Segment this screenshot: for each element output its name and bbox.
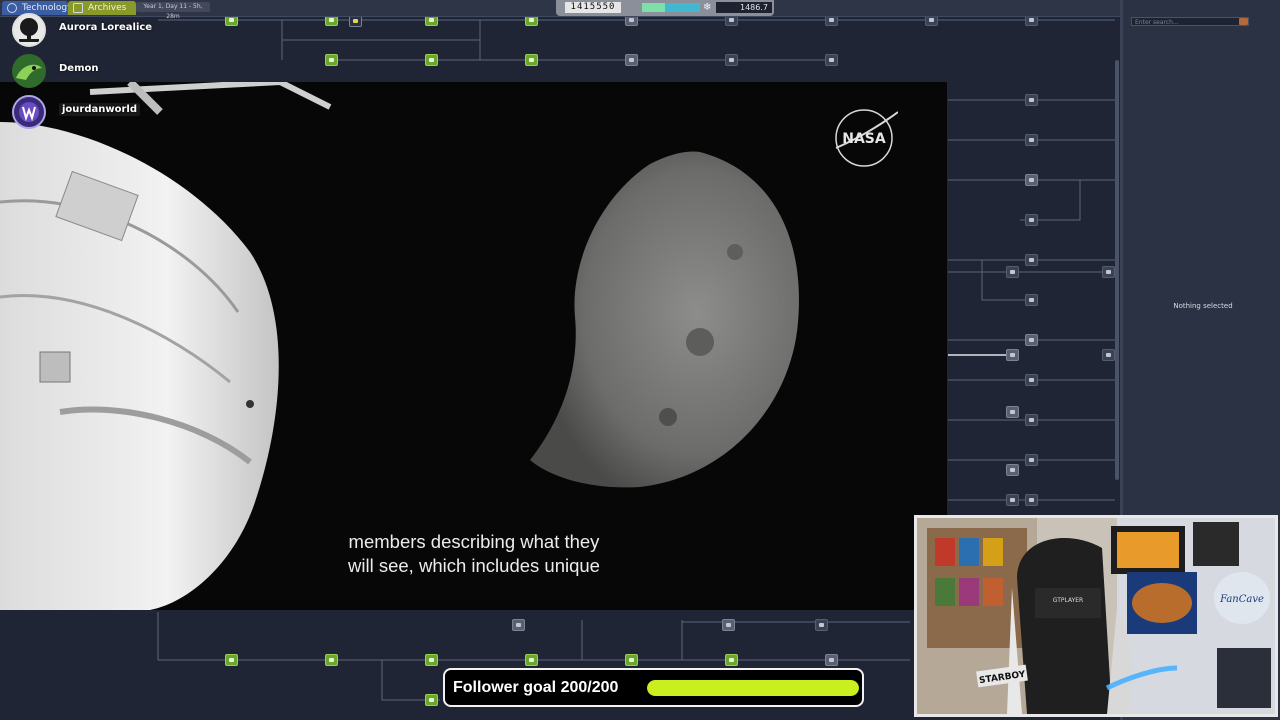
tech-node[interactable] (512, 619, 525, 631)
follower-goal-bar (647, 680, 859, 696)
viewer-name: Demon (59, 63, 99, 74)
tech-node[interactable] (815, 619, 828, 631)
tech-node[interactable] (225, 654, 238, 666)
gear-icon (7, 3, 17, 13)
fan-sign: FanCave (1219, 594, 1264, 605)
moon (530, 151, 799, 488)
viewer-name: jourdanworld (59, 103, 140, 116)
webcam-overlay: FanCave GTPLAYER STARBOY (914, 515, 1278, 717)
tech-node[interactable] (1025, 94, 1038, 106)
tech-node[interactable] (1025, 494, 1038, 506)
search-input[interactable]: Enter search... (1131, 17, 1249, 26)
viewer-name: Aurora Lorealice (59, 22, 153, 33)
caption-line: will see, which includes unique (348, 555, 600, 576)
tech-node[interactable] (1006, 494, 1019, 506)
chair-brand: GTPLAYER (1053, 597, 1083, 604)
follower-goal-bar-fill (647, 680, 859, 696)
tech-node[interactable] (1025, 214, 1038, 226)
tech-node[interactable] (825, 54, 838, 66)
jw-logo-avatar (12, 95, 46, 129)
tech-node[interactable] (325, 54, 338, 66)
moon-crater (659, 408, 677, 426)
follower-goal-label: Follower goal 200/200 (453, 679, 619, 696)
selection-status: Nothing selected (1173, 302, 1233, 310)
tab-archives-label: Archives (88, 3, 127, 13)
nasa-logo: NASA (835, 109, 898, 167)
tech-node[interactable] (625, 654, 638, 666)
caption-line: members describing what they (348, 531, 600, 552)
follower-goal-widget: Follower goal 200/200 (443, 668, 864, 707)
game-date: Year 1, Day 11 - 5h, 28m (136, 2, 210, 20)
webcam-scene: FanCave GTPLAYER STARBOY (917, 518, 1275, 714)
power-bar (642, 3, 700, 12)
tree-scrollbar[interactable] (1115, 60, 1119, 480)
tech-node[interactable] (1102, 266, 1115, 278)
tech-node[interactable] (725, 654, 738, 666)
dragon-avatar (12, 54, 46, 88)
tech-node[interactable] (625, 54, 638, 66)
tech-node[interactable] (1025, 334, 1038, 346)
tech-node[interactable] (1006, 464, 1019, 476)
search-clear-button[interactable] (1239, 18, 1248, 25)
tech-node[interactable] (1025, 294, 1038, 306)
tech-node[interactable] (1025, 414, 1038, 426)
tech-node[interactable] (1025, 134, 1038, 146)
moon-crater (727, 244, 743, 260)
tech-node[interactable] (725, 54, 738, 66)
tech-node[interactable] (1102, 349, 1115, 361)
tab-technology[interactable]: Technology (2, 1, 72, 15)
tech-node[interactable] (425, 694, 438, 706)
research-counter: 1415550 (565, 2, 621, 13)
folder-icon (73, 3, 83, 13)
tech-node[interactable] (525, 54, 538, 66)
tech-node[interactable] (1006, 406, 1019, 418)
game-top-bar: Technology Archives Year 1, Day 11 - 5h,… (0, 0, 1120, 20)
tech-node[interactable] (722, 619, 735, 631)
tech-node[interactable] (1025, 254, 1038, 266)
power-bar-fill (642, 3, 666, 12)
tech-node[interactable] (1025, 374, 1038, 386)
tech-node[interactable] (1006, 349, 1019, 361)
tree-avatar (12, 13, 46, 47)
tech-node[interactable] (1025, 174, 1038, 186)
tech-node[interactable] (425, 654, 438, 666)
tech-node[interactable] (525, 654, 538, 666)
nasa-logo-text: NASA (842, 131, 886, 147)
tech-node[interactable] (1025, 454, 1038, 466)
moon-crater (686, 328, 714, 356)
energy-value: 1486.7 (716, 2, 772, 13)
tech-node[interactable] (425, 54, 438, 66)
tech-node[interactable] (825, 654, 838, 666)
tab-archives[interactable]: Archives (68, 1, 136, 15)
snowflake-icon: ❄ (703, 2, 712, 13)
tech-node[interactable] (1006, 266, 1019, 278)
tech-node[interactable] (325, 654, 338, 666)
tab-technology-label: Technology (22, 3, 73, 13)
video-overlay: NASA members describing what they will s… (0, 82, 947, 610)
video-caption: members describing what they will see, w… (300, 530, 648, 578)
